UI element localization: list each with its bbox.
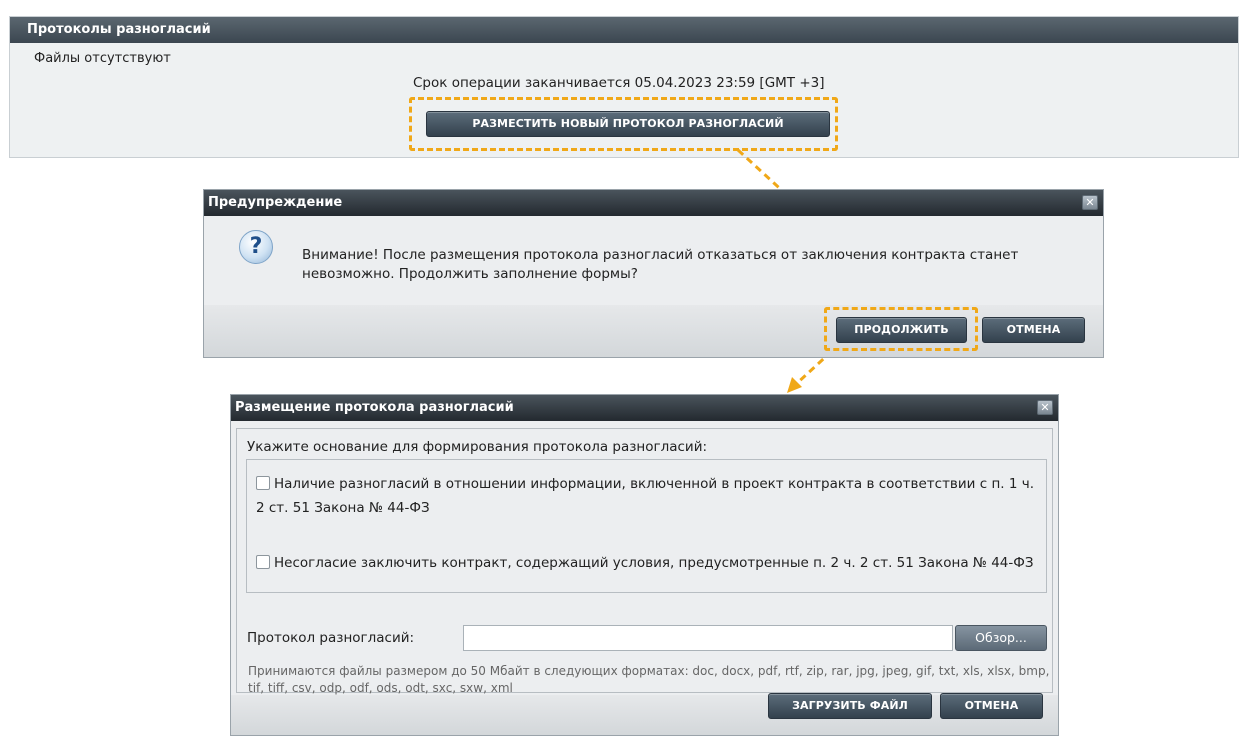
upload-file-button[interactable]: ЗАГРУЗИТЬ ФАЙЛ <box>768 693 932 719</box>
warning-cancel-button[interactable]: ОТМЕНА <box>982 317 1085 343</box>
checkbox-option-1[interactable] <box>256 476 270 490</box>
upload-dialog-title: Размещение протокола разногласий <box>235 400 514 415</box>
formats-hint: Принимаются файлы размером до 50 Мбайт в… <box>248 664 1050 695</box>
close-icon[interactable]: ✕ <box>1082 195 1098 210</box>
browse-button[interactable]: Обзор... <box>955 625 1047 651</box>
file-label: Протокол разногласий: <box>247 630 415 646</box>
form-body: Укажите основание для формирования прото… <box>236 428 1053 695</box>
highlight-continue-button <box>824 307 978 351</box>
warning-dialog-title: Предупреждение <box>208 195 343 210</box>
warning-message: Внимание! После размещения протокола раз… <box>302 247 1019 282</box>
no-files-text: Файлы отсутствуют <box>34 51 171 66</box>
checkbox-option-2[interactable] <box>256 555 270 569</box>
panel-title: Протоколы разногласий <box>10 17 1238 43</box>
deadline-text: Срок операции заканчивается 05.04.2023 2… <box>413 75 825 91</box>
options-box: Наличие разногласий в отношении информац… <box>246 459 1047 593</box>
instruction-text: Укажите основание для формирования прото… <box>247 439 708 455</box>
option-1[interactable]: Наличие разногласий в отношении информац… <box>256 472 1041 520</box>
highlight-place-button <box>409 97 838 151</box>
arrow-head-2 <box>787 377 802 393</box>
close-icon[interactable]: ✕ <box>1037 400 1053 415</box>
upload-dialog: Размещение протокола разногласий ✕ Укажи… <box>230 394 1059 736</box>
option-1-label: Наличие разногласий в отношении информац… <box>256 476 1035 516</box>
upload-cancel-button[interactable]: ОТМЕНА <box>940 693 1043 719</box>
upload-footer <box>231 695 1058 735</box>
option-2-label: Несогласие заключить контракт, содержащи… <box>274 555 1034 571</box>
question-icon: ? <box>239 230 273 264</box>
file-input[interactable] <box>463 625 953 651</box>
option-2[interactable]: Несогласие заключить контракт, содержащи… <box>256 551 1041 575</box>
